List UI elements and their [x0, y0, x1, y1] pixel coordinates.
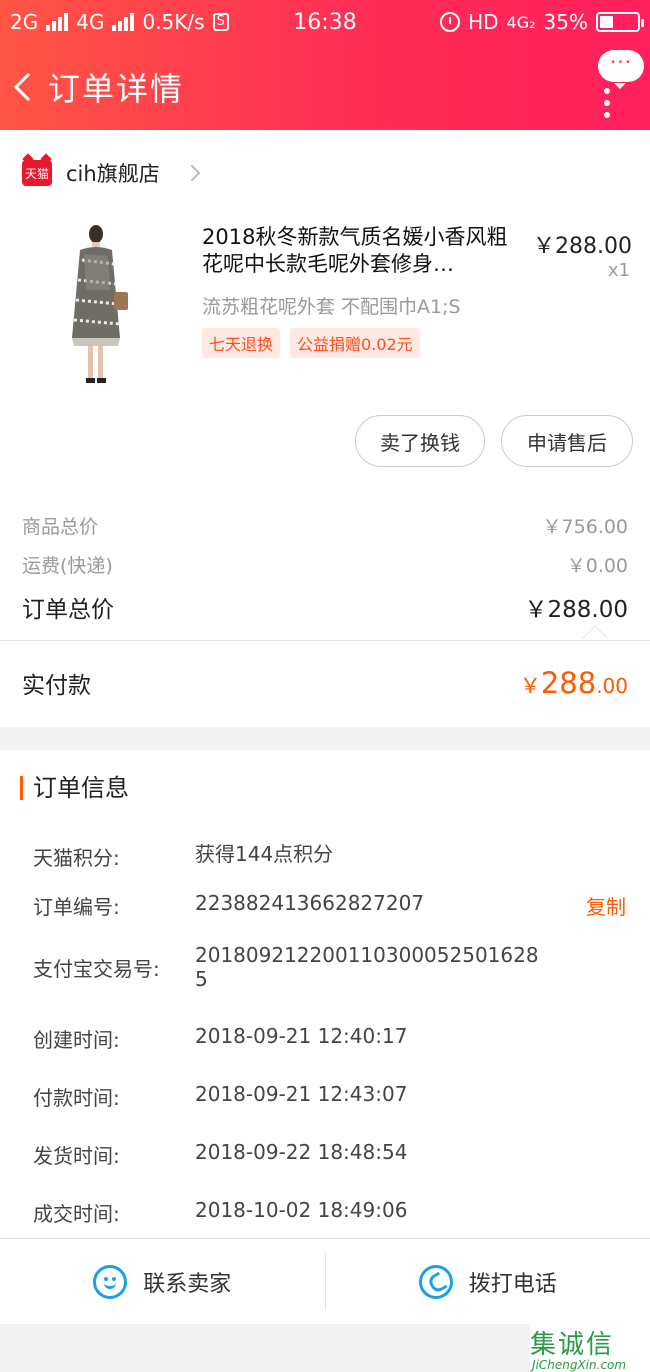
info-row-paid: 付款时间: 2018-09-21 12:43:07 — [33, 1082, 545, 1111]
s-app-icon: S — [212, 13, 229, 31]
alarm-icon — [440, 12, 461, 32]
order-total-label: 订单总价 — [22, 597, 114, 623]
message-bubble-icon[interactable]: ··· — [598, 50, 644, 89]
info-label: 成交时间: — [33, 1202, 120, 1226]
shop-name: cih旗舰店 — [66, 162, 160, 186]
goods-total-label: 商品总价 — [22, 516, 99, 538]
phone-icon — [418, 1264, 453, 1299]
paid-amount: ￥288.00 — [520, 666, 628, 700]
paid-integer: 288 — [540, 666, 597, 700]
call-label: 拨打电话 — [468, 1271, 557, 1297]
tmall-badge-icon: 天猫 — [22, 160, 52, 186]
page-title: 订单详情 — [48, 70, 185, 108]
sell-for-cash-button[interactable]: 卖了换钱 — [355, 415, 485, 467]
sim2-label: 4G — [76, 10, 105, 34]
shipping-value: ￥0.00 — [566, 555, 628, 577]
watermark-logo: 集诚信 — [530, 1330, 615, 1360]
info-row-completed: 成交时间: 2018-10-02 18:49:06 — [33, 1198, 545, 1227]
contact-seller-label: 联系卖家 — [143, 1271, 232, 1297]
status-right: HD 4G₂ 35% — [440, 10, 644, 34]
info-value: 获得144点积分 — [195, 842, 334, 866]
order-info-card: 订单信息 天猫积分: 获得144点积分 订单编号: 22388241366282… — [0, 750, 650, 1238]
shop-link[interactable]: 天猫 cih旗舰店 — [22, 156, 201, 190]
product-image[interactable] — [52, 220, 142, 388]
info-label: 订单编号: — [33, 895, 120, 919]
battery-fill — [600, 16, 613, 28]
info-label: 发货时间: — [33, 1144, 120, 1168]
action-bar: 联系卖家 拨打电话 — [0, 1238, 650, 1324]
network-type: 4G₂ — [506, 12, 536, 32]
info-value: 2018-09-21 12:43:07 — [195, 1082, 408, 1106]
info-value: 223882413662827207 — [195, 891, 425, 915]
divider-notch — [582, 625, 608, 651]
info-row-points: 天猫积分: 获得144点积分 — [33, 842, 545, 871]
info-row-order-number: 订单编号: 223882413662827207 — [33, 891, 545, 920]
info-label: 付款时间: — [33, 1086, 120, 1110]
info-row-alipay: 支付宝交易号: 2018092122001103000525016285 — [33, 942, 545, 992]
nav-bar: 订单详情 ··· — [0, 44, 650, 130]
product-sku: 流苏粗花呢外套 不配围巾A1;S — [202, 296, 461, 318]
site-watermark: 集诚信 JiChengXin.com — [530, 1324, 650, 1372]
vertical-dots-icon[interactable] — [604, 88, 610, 118]
signal-icon — [112, 13, 135, 31]
shipping-row: 运费(快递) ￥0.00 — [22, 551, 628, 578]
info-label: 天猫积分: — [33, 846, 120, 870]
product-quantity: x1 — [607, 260, 630, 281]
chevron-left-icon[interactable] — [13, 72, 43, 102]
contact-seller-button[interactable]: 联系卖家 — [0, 1239, 325, 1324]
battery-icon — [596, 12, 644, 32]
copy-button[interactable]: 复制 — [586, 891, 626, 920]
goods-total-value: ￥756.00 — [542, 516, 628, 538]
order-total-value: ￥288.00 — [524, 597, 628, 623]
info-row-created: 创建时间: 2018-09-21 12:40:17 — [33, 1024, 545, 1053]
network-speed: 0.5K/s — [142, 10, 205, 34]
shipping-label: 运费(快递) — [22, 555, 113, 577]
paid-label: 实付款 — [22, 673, 91, 699]
order-total-row: 订单总价 ￥288.00 — [22, 590, 628, 624]
info-value: 2018-10-02 18:49:06 — [195, 1198, 408, 1222]
info-row-shipped: 发货时间: 2018-09-22 18:48:54 — [33, 1140, 545, 1169]
status-bar: 2G 4G 0.5K/s S 16:38 HD 4G₂ 35% — [0, 0, 650, 44]
product-price: ￥288.00 — [533, 234, 632, 259]
info-value: 2018-09-22 18:48:54 — [195, 1140, 408, 1164]
paid-currency: ￥ — [519, 674, 541, 698]
product-title[interactable]: 2018秋冬新款气质名媛小香风粗花呢中长款毛呢外套修身… — [202, 224, 517, 278]
battery-percent: 35% — [543, 10, 588, 34]
divider — [0, 640, 650, 641]
call-button[interactable]: 拨打电话 — [324, 1253, 650, 1310]
service-tags: 七天退换 公益捐赠0.02元 — [202, 328, 420, 358]
info-label: 支付宝交易号: — [33, 956, 160, 981]
section-title: 订单信息 — [20, 776, 129, 800]
info-value: 2018092122001103000525016285 — [195, 943, 539, 991]
hd-label: HD — [468, 10, 499, 34]
chat-smile-icon — [93, 1264, 128, 1299]
tag-seven-day-return: 七天退换 — [202, 328, 281, 358]
info-value: 2018-09-21 12:40:17 — [195, 1024, 408, 1048]
sim1-label: 2G — [10, 10, 39, 34]
chevron-right-icon — [183, 164, 201, 182]
watermark-url: JiChengXin.com — [532, 1358, 627, 1372]
goods-total-row: 商品总价 ￥756.00 — [22, 512, 628, 539]
order-card: 天猫 cih旗舰店 2018秋冬新款气质名媛小香风粗花呢中长款毛呢外套修身… ￥… — [0, 130, 650, 727]
after-sales-button[interactable]: 申请售后 — [501, 415, 633, 467]
signal-icon — [46, 13, 69, 31]
info-label: 创建时间: — [33, 1028, 120, 1052]
paid-row: 实付款 ￥288.00 — [22, 666, 628, 700]
status-left: 2G 4G 0.5K/s S — [10, 10, 440, 34]
tag-charity: 公益捐赠0.02元 — [290, 328, 420, 358]
paid-decimal: .00 — [596, 674, 628, 698]
